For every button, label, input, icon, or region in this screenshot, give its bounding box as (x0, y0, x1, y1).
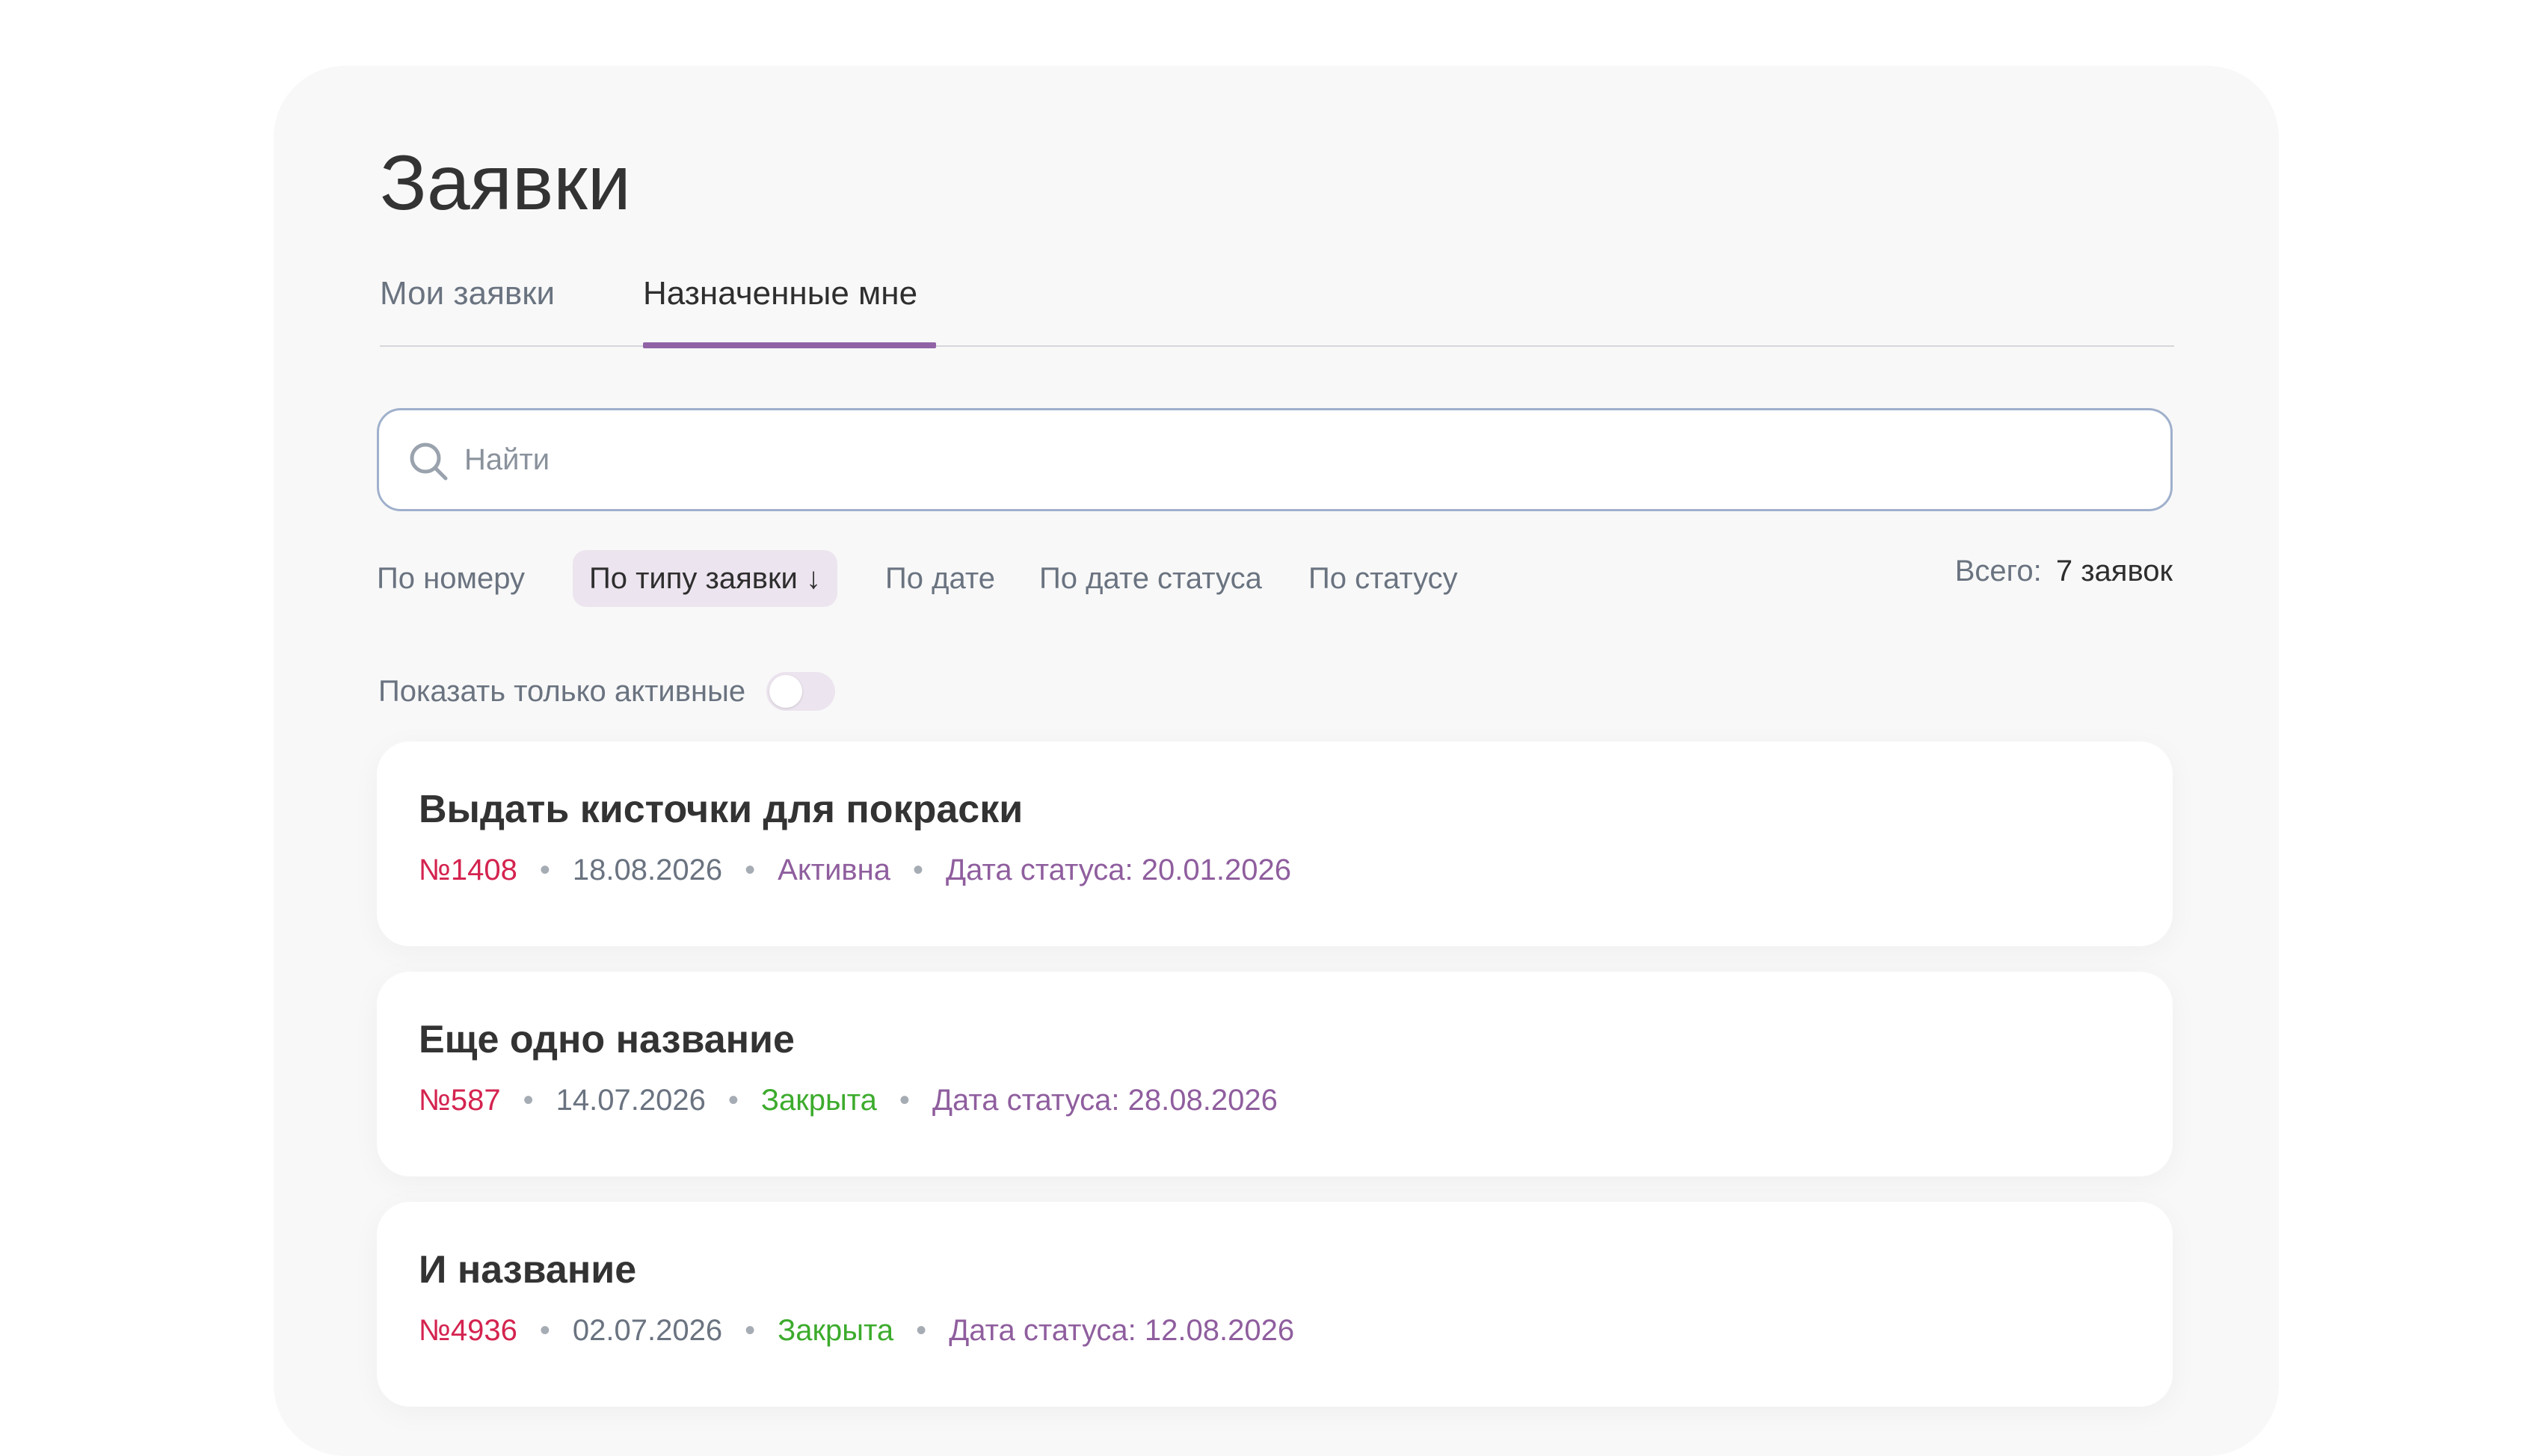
request-title: И название (419, 1248, 637, 1292)
request-number: №4936 (419, 1314, 517, 1347)
tab-bar: Мои заявки Назначенные мне (380, 265, 2174, 348)
sort-by-status[interactable]: По статусу (1308, 550, 1458, 607)
tab-assigned-to-me[interactable]: Назначенные мне (643, 265, 922, 323)
request-meta: №587 • 14.07.2026 • Закрыта • Дата стату… (419, 1078, 1278, 1123)
request-card[interactable]: Выдать кисточки для покраски №1408 • 18.… (377, 741, 2173, 946)
request-status: Закрыта (778, 1314, 894, 1347)
request-card[interactable]: Еще одно название №587 • 14.07.2026 • За… (377, 972, 2173, 1176)
separator-dot: • (913, 854, 924, 886)
request-number: №587 (419, 1084, 501, 1117)
sort-by-number[interactable]: По номеру (377, 550, 525, 607)
total-count: Всего: 7 заявок (1955, 543, 2173, 599)
request-meta: №4936 • 02.07.2026 • Закрыта • Дата стат… (419, 1308, 1294, 1353)
sort-by-type[interactable]: По типу заявки ↓ (573, 550, 837, 607)
separator-dot: • (539, 854, 550, 886)
separator-dot: • (745, 854, 756, 886)
tab-my-requests[interactable]: Мои заявки (380, 265, 555, 323)
toggle-knob (769, 675, 803, 708)
request-title: Еще одно название (419, 1018, 795, 1061)
request-status-date: Дата статуса: 20.01.2026 (946, 854, 1291, 886)
request-status: Закрыта (760, 1084, 877, 1117)
sort-by-date[interactable]: По дате (885, 550, 995, 607)
separator-dot: • (727, 1084, 739, 1117)
request-status-date: Дата статуса: 12.08.2026 (949, 1314, 1295, 1347)
separator-dot: • (745, 1314, 756, 1347)
active-only-toggle[interactable] (766, 672, 836, 711)
request-card[interactable]: И название №4936 • 02.07.2026 • Закрыта … (377, 1202, 2173, 1407)
request-title: Выдать кисточки для покраски (419, 788, 1024, 831)
request-date: 02.07.2026 (572, 1314, 723, 1347)
active-only-label: Показать только активные (378, 674, 746, 708)
request-status-date: Дата статуса: 28.08.2026 (932, 1084, 1278, 1117)
request-meta: №1408 • 18.08.2026 • Активна • Дата стат… (419, 848, 1291, 892)
search-icon (410, 442, 448, 481)
separator-dot: • (539, 1314, 550, 1347)
total-label: Всего: (1954, 555, 2042, 587)
search-box[interactable] (377, 408, 2173, 511)
request-number: №1408 (419, 854, 517, 886)
sort-options: По номеру По типу заявки ↓ По дате По да… (377, 550, 2173, 607)
request-date: 14.07.2026 (556, 1084, 706, 1117)
request-status: Активна (778, 854, 891, 886)
search-input[interactable] (464, 410, 2139, 509)
total-value: 7 заявок (2055, 555, 2173, 587)
page-title: Заявки (380, 140, 631, 226)
active-only-filter: Показать только активные (378, 665, 836, 718)
sort-by-status-date[interactable]: По дате статуса (1039, 550, 1262, 607)
request-date: 18.08.2026 (572, 854, 723, 886)
separator-dot: • (523, 1084, 534, 1117)
active-tab-indicator (643, 342, 936, 348)
separator-dot: • (899, 1084, 910, 1117)
separator-dot: • (916, 1314, 927, 1347)
